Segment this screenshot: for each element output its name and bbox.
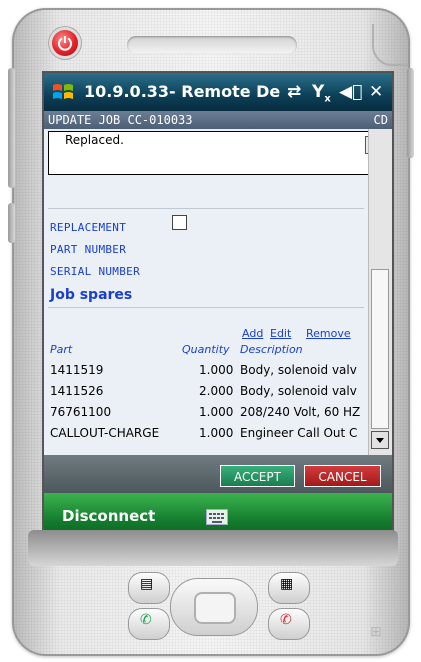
cell-description: Body, solenoid valv — [240, 363, 357, 377]
lower-bezel — [28, 530, 398, 566]
cell-description: Body, solenoid valv — [240, 384, 357, 398]
add-link[interactable]: Add — [242, 327, 263, 340]
close-icon[interactable]: ✕ — [369, 82, 383, 102]
remove-link[interactable]: Remove — [306, 327, 351, 340]
action-bar: ACCEPT CANCEL — [44, 455, 392, 493]
side-button-left-small[interactable] — [8, 203, 15, 243]
side-button-left[interactable] — [8, 68, 15, 188]
stylus-cap — [372, 24, 408, 66]
keyboard-icon[interactable] — [206, 509, 228, 525]
form-content: Replaced. REPLACEMENT PART NUMBER SERIAL… — [44, 129, 386, 455]
top-slot — [127, 36, 297, 54]
scroll-down-button[interactable] — [371, 431, 389, 449]
form-title: UPDATE JOB CC-010033 — [48, 113, 193, 127]
form-header-right: CD — [373, 113, 388, 127]
serial-number-label: SERIAL NUMBER — [50, 265, 140, 278]
cell-description: Engineer Call Out C — [240, 426, 358, 440]
cancel-button[interactable]: CANCEL — [304, 465, 381, 487]
notes-textbox[interactable]: Replaced. — [48, 131, 386, 175]
cell-part: 1411526 — [50, 384, 104, 398]
cell-quantity: 1.000 — [199, 405, 234, 419]
start-menu-icon: ▤ — [140, 576, 154, 592]
column-header-part: Part — [50, 343, 73, 356]
divider — [48, 208, 364, 209]
title-bar: 10.9.0.33- Remote De ⇄ Yx ◀ﾟ ✕ — [44, 73, 392, 111]
cell-part: CALLOUT-CHARGE — [50, 426, 160, 440]
replacement-checkbox[interactable] — [172, 215, 187, 230]
windows-start-icon[interactable] — [52, 81, 74, 103]
form-header: UPDATE JOB CC-010033 CD — [44, 111, 392, 129]
disconnect-softkey[interactable]: Disconnect — [62, 507, 155, 525]
device-screen: 10.9.0.33- Remote De ⇄ Yx ◀ﾟ ✕ UPDATE JO… — [44, 73, 392, 541]
arrow-down-icon — [376, 438, 384, 443]
cell-description: 208/240 Volt, 60 HZ — [240, 405, 361, 419]
part-number-label: PART NUMBER — [50, 243, 127, 256]
connectivity-icon[interactable]: ⇄ — [287, 82, 301, 102]
column-header-quantity: Quantity — [182, 343, 230, 356]
windows-logo-icon: ⊞ — [370, 624, 382, 640]
cell-quantity: 2.000 — [199, 384, 234, 398]
notes-text: Replaced. — [65, 133, 124, 147]
replacement-label: REPLACEMENT — [50, 221, 127, 234]
edit-link[interactable]: Edit — [270, 327, 291, 340]
vertical-scrollbar[interactable] — [368, 129, 392, 455]
section-title: Job spares — [50, 287, 133, 303]
cell-part: 76761100 — [50, 405, 112, 419]
side-button-right[interactable] — [407, 68, 414, 158]
signal-off-icon[interactable]: Yx — [312, 82, 331, 109]
hang-up-icon: ✆ — [280, 612, 292, 628]
dpad-center-button[interactable] — [194, 592, 236, 624]
cell-quantity: 1.000 — [199, 426, 234, 440]
section-divider — [48, 307, 364, 308]
cell-part: 1411519 — [50, 363, 104, 377]
cell-quantity: 1.000 — [199, 363, 234, 377]
power-button[interactable] — [52, 30, 78, 56]
accept-button[interactable]: ACCEPT — [220, 465, 295, 487]
volume-icon[interactable]: ◀ﾟ — [339, 82, 362, 102]
phone-icon: ✆ — [140, 612, 152, 628]
scrollbar-thumb[interactable] — [371, 269, 389, 429]
keyboard-keys-icon — [209, 513, 224, 523]
calendar-icon: ▦ — [280, 576, 294, 592]
column-header-description: Description — [240, 343, 303, 356]
power-icon — [58, 36, 72, 51]
window-title: 10.9.0.33- Remote De — [84, 82, 281, 101]
